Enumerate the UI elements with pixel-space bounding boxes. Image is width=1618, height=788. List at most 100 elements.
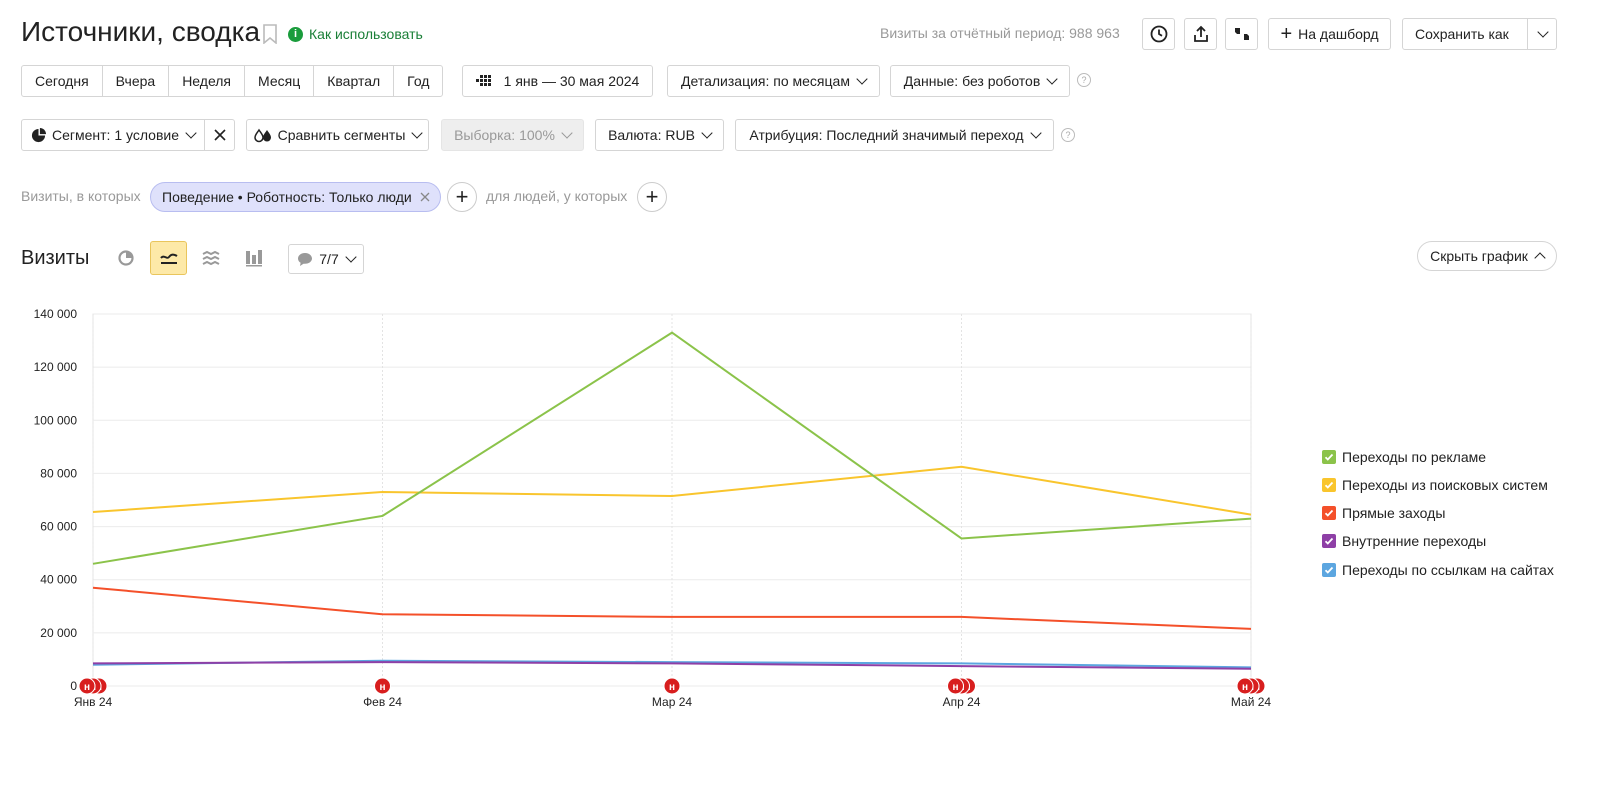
period-month[interactable]: Месяц <box>245 66 315 96</box>
line-view-button[interactable] <box>150 241 187 275</box>
x-axis-labels: Янв 24 Фев 24 Мар 24 Апр 24 Май 24 <box>74 695 1272 709</box>
period-today[interactable]: Сегодня <box>22 66 103 96</box>
data-filter-label: Данные: без роботов <box>903 73 1041 89</box>
page-title: Источники, сводка <box>21 16 261 47</box>
legend-label: Внутренние переходы <box>1342 533 1487 549</box>
detail-dropdown[interactable]: Детализация: по месяцам <box>667 65 880 97</box>
pie-chart-icon <box>31 127 46 142</box>
legend-label: Прямые заходы <box>1342 505 1446 521</box>
series-count: 7/7 <box>319 251 339 267</box>
annotation-marker[interactable]: н <box>947 677 964 695</box>
bar-chart-icon <box>246 250 262 267</box>
chart-title: Визиты <box>21 247 90 269</box>
y-tick-label: 60 000 <box>40 520 77 534</box>
hide-chart-button[interactable]: Скрыть график <box>1417 241 1557 271</box>
attribution-dropdown[interactable]: Атрибуция: Последний значимый переход <box>735 119 1054 151</box>
legend-checkbox[interactable] <box>1322 563 1336 577</box>
legend-checkbox[interactable] <box>1322 534 1336 548</box>
svg-text:н: н <box>669 682 675 693</box>
close-icon[interactable] <box>420 192 430 202</box>
legend-checkbox[interactable] <box>1322 506 1336 520</box>
chevron-down-icon <box>1029 127 1042 139</box>
x-tick-label: Мар 24 <box>652 695 692 709</box>
chevron-down-icon <box>1046 73 1058 85</box>
legend-label: Переходы из поисковых систем <box>1342 477 1548 493</box>
hide-chart-label: Скрыть график <box>1430 248 1528 264</box>
save-as-dropdown[interactable] <box>1526 19 1556 49</box>
save-as-button[interactable]: Сохранить как <box>1402 18 1557 50</box>
bar-view-button[interactable] <box>240 243 268 273</box>
calendar-icon <box>475 75 491 86</box>
attribution-label: Атрибуция: Последний значимый переход <box>749 127 1024 143</box>
annotations-dropdown[interactable]: 7/7 <box>288 244 364 274</box>
plus-icon: + <box>1280 23 1293 45</box>
bookmark-icon[interactable] <box>262 24 278 47</box>
data-filter-dropdown[interactable]: Данные: без роботов <box>890 65 1070 97</box>
chevron-down-icon <box>1537 26 1549 38</box>
visits-total: Визиты за отчётный период: 988 963 <box>880 25 1120 41</box>
detail-label: Детализация: по месяцам <box>681 73 850 89</box>
add-people-condition-button[interactable]: + <box>637 182 667 212</box>
annotation-marker[interactable]: н <box>1236 677 1254 695</box>
feedback-button[interactable] <box>1225 18 1258 50</box>
pie-view-icon <box>118 250 134 266</box>
compare-label: Сравнить сегменты <box>277 127 406 143</box>
x-tick-label: Янв 24 <box>74 695 113 709</box>
legend-item[interactable]: Переходы из поисковых систем <box>1322 477 1548 493</box>
help-icon[interactable]: ? <box>1061 128 1075 142</box>
sample-label: Выборка: 100% <box>454 127 555 143</box>
to-dashboard-button[interactable]: + На дашборд <box>1268 18 1391 50</box>
to-dashboard-label: На дашборд <box>1298 26 1379 42</box>
y-tick-label: 120 000 <box>34 360 78 374</box>
y-tick-label: 80 000 <box>40 466 77 480</box>
segment-dropdown[interactable]: Сегмент: 1 условие <box>21 119 205 151</box>
annotation-marker[interactable]: н <box>374 677 391 695</box>
legend-item[interactable]: Прямые заходы <box>1322 505 1445 521</box>
period-week[interactable]: Неделя <box>169 66 246 96</box>
legend-checkbox[interactable] <box>1322 478 1336 492</box>
legend-checkbox[interactable] <box>1322 450 1336 464</box>
how-to-use-label: Как использовать <box>309 26 423 42</box>
sample-dropdown[interactable]: Выборка: 100% <box>441 119 584 151</box>
y-axis-labels: 0 20 000 40 000 60 000 80 000 100 000 120 000 1… <box>34 307 78 693</box>
svg-text:н: н <box>379 682 385 693</box>
clear-segment-button[interactable] <box>204 119 235 151</box>
pie-view-button[interactable] <box>112 243 140 273</box>
share-button[interactable] <box>1184 18 1217 50</box>
period-yesterday[interactable]: Вчера <box>103 66 170 96</box>
segment-label: Сегмент: 1 условие <box>51 127 179 143</box>
legend-item[interactable]: Внутренние переходы <box>1322 533 1486 549</box>
date-range-button[interactable]: 1 янв — 30 мая 2024 <box>462 65 653 97</box>
filter-chip[interactable]: Поведение • Роботность: Только люди <box>150 182 441 212</box>
annotation-marker[interactable]: н <box>663 677 681 695</box>
add-visit-condition-button[interactable]: + <box>447 182 477 212</box>
drops-icon <box>253 128 271 142</box>
x-tick-label: Апр 24 <box>943 695 981 709</box>
currency-dropdown[interactable]: Валюта: RUB <box>595 119 724 151</box>
y-tick-label: 20 000 <box>40 626 77 640</box>
legend-item[interactable]: Переходы по рекламе <box>1322 449 1486 465</box>
area-view-button[interactable] <box>197 243 225 273</box>
period-quarter[interactable]: Квартал <box>314 66 395 96</box>
chevron-down-icon <box>701 127 713 139</box>
help-icon[interactable]: ? <box>1077 73 1091 87</box>
date-range-label: 1 янв — 30 мая 2024 <box>503 73 640 89</box>
how-to-use-link[interactable]: i Как использовать <box>288 26 423 42</box>
y-tick-label: 140 000 <box>34 307 78 321</box>
history-button[interactable] <box>1142 18 1175 50</box>
period-selector: Сегодня Вчера Неделя Месяц Квартал Год <box>21 65 444 97</box>
annotation-marker[interactable]: н <box>78 677 96 695</box>
legend-label: Переходы по рекламе <box>1342 449 1487 465</box>
svg-text:н: н <box>952 682 958 693</box>
legend-item[interactable]: Переходы по ссылкам на сайтах <box>1322 562 1554 578</box>
svg-text:н: н <box>84 682 90 693</box>
chevron-down-icon <box>345 251 357 263</box>
y-tick-label: 40 000 <box>40 573 77 587</box>
line-chart[interactable]: 0 20 000 40 000 60 000 80 000 100 000 120 000 1… <box>0 300 1300 720</box>
legend-label: Переходы по ссылкам на сайтах <box>1342 562 1554 578</box>
filter-chip-label: Поведение • Роботность: Только люди <box>162 189 412 205</box>
area-chart-icon <box>202 250 220 266</box>
compare-segments-dropdown[interactable]: Сравнить сегменты <box>246 119 429 151</box>
y-tick-label: 100 000 <box>34 413 78 427</box>
period-year[interactable]: Год <box>394 66 442 96</box>
